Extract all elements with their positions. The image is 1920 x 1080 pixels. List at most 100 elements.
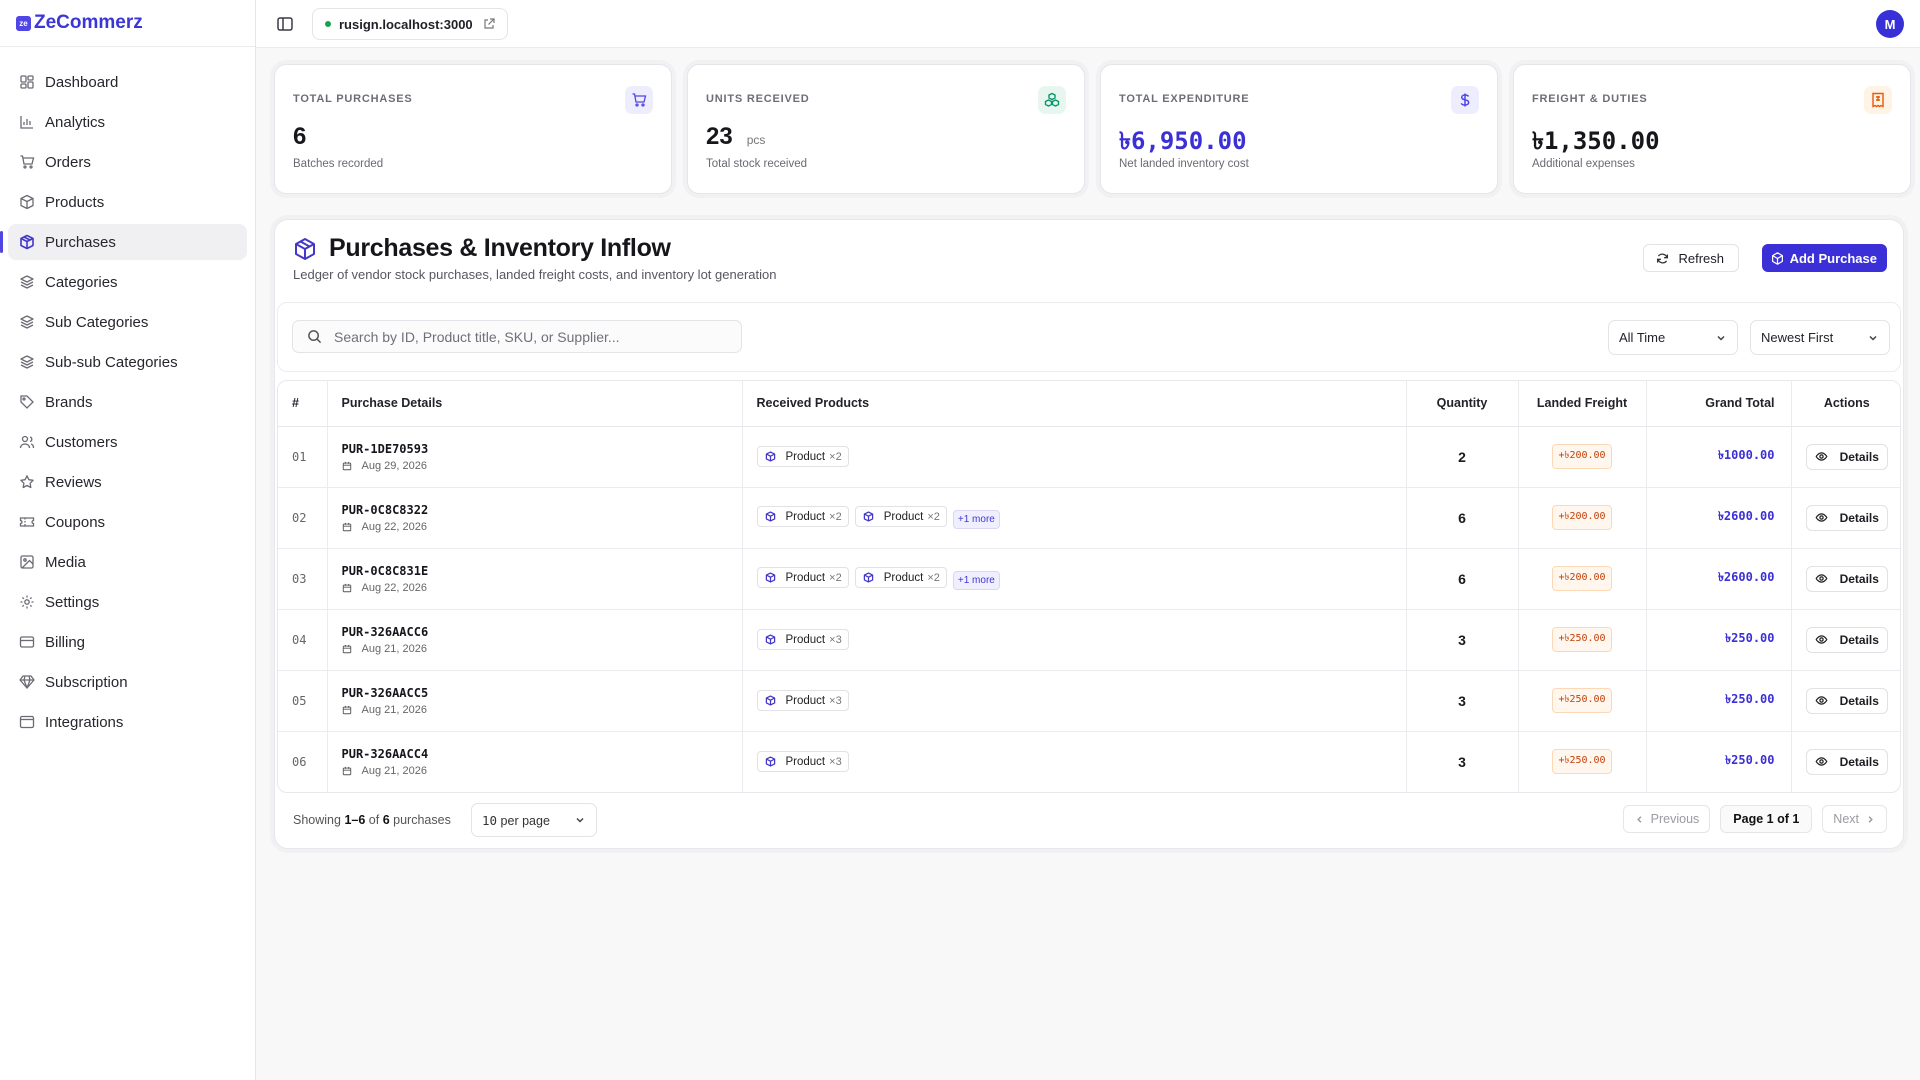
- chevron-down-icon: [576, 817, 584, 823]
- sidebar-item-customers[interactable]: Customers: [8, 424, 247, 460]
- table-row[interactable]: 02 PUR-0C8C8322 Aug 22, 2026 Product ×2 Produ…: [278, 487, 1900, 549]
- sidebar-item-purchases[interactable]: Purchases: [0, 224, 247, 260]
- row-number: 02: [292, 511, 307, 525]
- purchase-details-cell: PUR-0C8C831E Aug 22, 2026: [327, 548, 743, 610]
- actions-cell: Details: [1791, 426, 1900, 488]
- details-button[interactable]: Details: [1805, 626, 1888, 653]
- product-chip[interactable]: Product ×3: [756, 690, 849, 711]
- table-row[interactable]: 03 PUR-0C8C831E Aug 22, 2026 Product ×2 Produ…: [278, 548, 1900, 610]
- details-button[interactable]: Details: [1805, 748, 1888, 775]
- per-page-text: per page: [500, 813, 550, 828]
- pagination: Previous Page 1 of 1 Next: [1622, 805, 1887, 833]
- product-qty: ×2: [927, 510, 940, 523]
- search-box[interactable]: [292, 320, 742, 353]
- table-row[interactable]: 04 PUR-326AACC6 Aug 21, 2026 Product ×3 3 +৳25…: [278, 609, 1900, 671]
- table-header-row: # Purchase Details Received Products Qua…: [278, 381, 1900, 427]
- site-url-link[interactable]: rusign.localhost:3000: [312, 8, 508, 40]
- freight-cell: +৳200.00: [1518, 487, 1647, 549]
- layers-icon: [19, 274, 35, 290]
- purchase-details-cell: PUR-326AACC5 Aug 21, 2026: [327, 670, 743, 732]
- calendar-icon: [342, 461, 357, 471]
- refresh-button[interactable]: Refresh: [1643, 244, 1739, 272]
- sidebar-item-sub-sub-categories[interactable]: Sub-sub Categories: [8, 344, 247, 380]
- table-row[interactable]: 05 PUR-326AACC5 Aug 21, 2026 Product ×3 3 +৳25…: [278, 670, 1900, 732]
- purchase-details-cell: PUR-0C8C8322 Aug 22, 2026: [327, 487, 743, 549]
- add-purchase-button[interactable]: Add Purchase: [1761, 244, 1887, 272]
- per-page-select[interactable]: 10 per page: [471, 803, 597, 837]
- sidebar-item-subscription[interactable]: Subscription: [8, 664, 247, 700]
- sidebar-item-sub-categories[interactable]: Sub Categories: [8, 304, 247, 340]
- product-chip[interactable]: Product ×3: [756, 629, 849, 650]
- sidebar-item-label: Sub Categories: [45, 313, 149, 331]
- sidebar-item-reviews[interactable]: Reviews: [8, 464, 247, 500]
- avatar[interactable]: M: [1876, 10, 1904, 38]
- page-subtitle: Ledger of vendor stock purchases, landed…: [293, 267, 777, 282]
- col-header-quantity[interactable]: Quantity: [1406, 381, 1519, 427]
- table-row[interactable]: 01 PUR-1DE70593 Aug 29, 2026 Product ×2 2 +৳20…: [278, 426, 1900, 488]
- received-products-cell: Product ×3: [742, 609, 1407, 671]
- freight-cell: +৳250.00: [1518, 609, 1647, 671]
- freight-badge: +৳250.00: [1552, 627, 1612, 652]
- sidebar-item-dashboard[interactable]: Dashboard: [8, 64, 247, 100]
- brand-name: ZeCommerz: [34, 12, 143, 33]
- sidebar-item-billing[interactable]: Billing: [8, 624, 247, 660]
- product-chip[interactable]: Product ×2: [854, 567, 947, 588]
- boxes-icon: [1038, 86, 1066, 114]
- purchase-date-text: Aug 22, 2026: [361, 581, 427, 594]
- time-range-select[interactable]: All Time: [1608, 320, 1738, 355]
- purchase-id: PUR-1DE70593: [341, 441, 429, 456]
- row-number-cell: 02: [278, 487, 328, 549]
- sidebar-item-label: Coupons: [45, 513, 106, 531]
- per-page-value: 10 per page: [482, 813, 550, 828]
- previous-button[interactable]: Previous: [1622, 805, 1711, 833]
- sidebar-item-orders[interactable]: Orders: [8, 144, 247, 180]
- col-header-details[interactable]: Purchase Details: [327, 381, 743, 427]
- sidebar-item-products[interactable]: Products: [8, 184, 247, 220]
- details-button[interactable]: Details: [1805, 687, 1888, 714]
- col-header-freight[interactable]: Landed Freight: [1518, 381, 1647, 427]
- purchase-date-text: Aug 22, 2026: [361, 520, 427, 533]
- actions-cell: Details: [1791, 731, 1900, 792]
- sidebar-item-analytics[interactable]: Analytics: [8, 104, 247, 140]
- product-chip[interactable]: Product ×2: [854, 506, 947, 527]
- quantity-cell: 6: [1406, 487, 1519, 549]
- showing-prefix: Showing: [293, 813, 341, 827]
- row-number: 01: [292, 450, 307, 464]
- sidebar-item-label: Analytics: [45, 113, 106, 131]
- page-indicator: Page 1 of 1: [1720, 805, 1813, 833]
- sidebar-item-media[interactable]: Media: [8, 544, 247, 580]
- product-chip[interactable]: Product ×3: [756, 751, 849, 773]
- stat-title: FREIGHT & DUTIES: [1532, 93, 1648, 105]
- search-input[interactable]: [334, 328, 714, 345]
- sidebar-item-categories[interactable]: Categories: [8, 264, 247, 300]
- product-chip[interactable]: Product ×2: [756, 446, 849, 467]
- brand[interactable]: ze ZeCommerz: [0, 0, 255, 47]
- more-products-badge[interactable]: +1 more: [952, 510, 1000, 529]
- card-icon: [19, 634, 35, 650]
- purchase-date: Aug 21, 2026: [342, 704, 742, 716]
- sidebar-toggle-icon[interactable]: [276, 15, 294, 33]
- row-number-cell: 05: [278, 670, 328, 732]
- details-label: Details: [1839, 571, 1879, 586]
- stat-card: UNITS RECEIVED 23 pcs Total stock received: [687, 64, 1085, 194]
- details-button[interactable]: Details: [1805, 504, 1888, 531]
- freight-cell: +৳200.00: [1518, 548, 1647, 610]
- product-name: Product: [785, 450, 826, 463]
- details-button[interactable]: Details: [1805, 443, 1888, 470]
- purchase-id: PUR-326AACC6: [341, 624, 429, 639]
- table-row[interactable]: 06 PUR-326AACC4 Aug 21, 2026 Product ×3 3 +৳25…: [278, 731, 1900, 792]
- topbar: rusign.localhost:3000 M: [256, 0, 1920, 48]
- next-button[interactable]: Next: [1822, 805, 1887, 833]
- sort-select[interactable]: Newest First: [1750, 320, 1890, 355]
- more-products-badge[interactable]: +1 more: [952, 571, 1000, 590]
- sidebar-item-brands[interactable]: Brands: [8, 384, 247, 420]
- stat-value: 23 pcs: [706, 123, 765, 151]
- col-header-total[interactable]: Grand Total: [1646, 381, 1792, 427]
- product-chip[interactable]: Product ×2: [756, 506, 849, 527]
- sidebar-item-settings[interactable]: Settings: [8, 584, 247, 620]
- details-button[interactable]: Details: [1805, 565, 1888, 592]
- product-chip[interactable]: Product ×2: [756, 567, 849, 588]
- sidebar-item-coupons[interactable]: Coupons: [8, 504, 247, 540]
- purchase-date-text: Aug 21, 2026: [361, 764, 427, 777]
- sidebar-item-integrations[interactable]: Integrations: [8, 704, 247, 740]
